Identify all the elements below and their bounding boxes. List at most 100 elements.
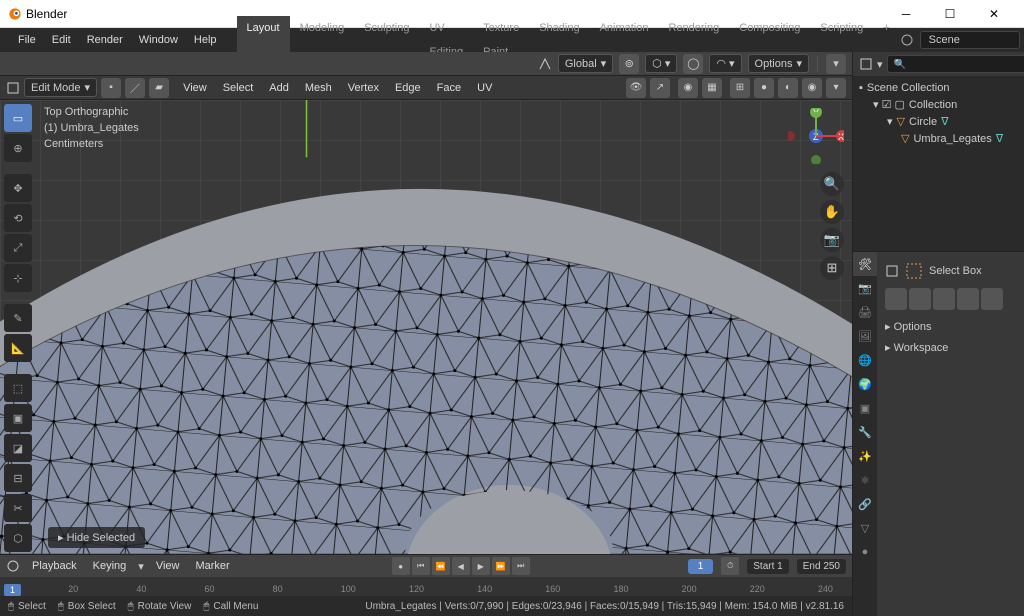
tool-rotate[interactable]: ⟲ — [4, 204, 32, 232]
selmode-2[interactable] — [909, 288, 931, 310]
outliner-item-umbra[interactable]: ▽ Umbra_Legates ᐁ👁 — [859, 130, 1024, 147]
nav-persp[interactable]: ⊞ — [820, 256, 844, 280]
shading-wireframe[interactable]: ⊞ — [730, 78, 750, 98]
selmode-3[interactable] — [933, 288, 955, 310]
menu-mesh[interactable]: Mesh — [299, 82, 338, 94]
tab-material[interactable]: ● — [853, 540, 877, 564]
shading-solid[interactable]: ● — [754, 78, 774, 98]
end-frame[interactable]: End 250 — [797, 559, 846, 574]
tool-knife[interactable]: ✂ — [4, 494, 32, 522]
start-frame[interactable]: Start 1 — [747, 559, 788, 574]
keyframe-prev[interactable]: ⏪ — [432, 557, 450, 575]
tool-extrude[interactable]: ⬚ — [4, 374, 32, 402]
visibility-toggle[interactable]: 👁 — [626, 78, 646, 98]
outliner-editor-icon[interactable] — [859, 57, 873, 71]
tl-menu-view[interactable]: View — [152, 560, 184, 572]
outliner-collection[interactable]: ▾ ☑ ▢ Collection◑ 👁 — [859, 96, 1024, 113]
tab-scene[interactable]: 🌐 — [853, 348, 877, 372]
menu-view[interactable]: View — [177, 82, 213, 94]
preview-range-toggle[interactable]: ⏱ — [721, 557, 739, 575]
tool-annotate[interactable]: ✎ — [4, 304, 32, 332]
outliner-search[interactable] — [887, 55, 1024, 73]
outliner-item-circle[interactable]: ▾ ▽ Circle ᐁ👁 — [859, 113, 1024, 130]
props-editor-icon[interactable] — [885, 264, 899, 278]
outliner-scene-collection[interactable]: ▪ Scene Collection — [859, 80, 1024, 96]
proportional-toggle[interactable]: ◯ — [683, 54, 703, 74]
autokey-toggle[interactable]: ● — [392, 557, 410, 575]
tab-render[interactable]: 📷 — [853, 276, 877, 300]
menu-uv[interactable]: UV — [471, 82, 498, 94]
tool-scale[interactable]: ⤢ — [4, 234, 32, 262]
nav-zoom[interactable]: 🔍 — [820, 172, 844, 196]
selmode-4[interactable] — [957, 288, 979, 310]
tab-mesh-data[interactable]: ▽ — [853, 516, 877, 540]
last-operator-panel[interactable]: ▸ Hide Selected — [48, 527, 145, 548]
keyframe-next[interactable]: ⏩ — [492, 557, 510, 575]
tool-select-box[interactable]: ▭ — [4, 104, 32, 132]
timeline-cursor[interactable]: 1 — [4, 584, 21, 596]
jump-end[interactable]: ⏭ — [512, 557, 530, 575]
menu-face[interactable]: Face — [431, 82, 467, 94]
menu-vertex[interactable]: Vertex — [342, 82, 385, 94]
play-forward[interactable]: ▶ — [472, 557, 490, 575]
menu-edit[interactable]: Edit — [44, 28, 79, 52]
tab-object[interactable]: ▣ — [853, 396, 877, 420]
play-reverse[interactable]: ◀ — [452, 557, 470, 575]
tool-move[interactable]: ✥ — [4, 174, 32, 202]
tool-cursor[interactable]: ⊕ — [4, 134, 32, 162]
orientation-dropdown[interactable]: Global ▾ — [558, 54, 613, 73]
tab-output[interactable]: 🖨 — [853, 300, 877, 324]
tool-transform[interactable]: ⊹ — [4, 264, 32, 292]
menu-select[interactable]: Select — [217, 82, 260, 94]
proportional-dropdown[interactable]: ◠ ▾ — [709, 54, 741, 73]
panel-workspace[interactable]: ▸ Workspace — [885, 337, 1024, 358]
tab-constraints[interactable]: 🔗 — [853, 492, 877, 516]
face-select-mode[interactable]: ▰ — [149, 78, 169, 98]
tool-bevel[interactable]: ◪ — [4, 434, 32, 462]
outliner-mode-dropdown[interactable]: ▾ — [877, 58, 883, 71]
gizmo-toggle[interactable]: ↗ — [650, 78, 670, 98]
navigation-gizmo[interactable]: X Y Z — [788, 108, 844, 164]
jump-start[interactable]: ⏮ — [412, 557, 430, 575]
tab-world[interactable]: 🌍 — [853, 372, 877, 396]
mode-dropdown[interactable]: Edit Mode ▾ — [24, 78, 97, 97]
tool-measure[interactable]: 📐 — [4, 334, 32, 362]
vertex-select-mode[interactable]: ▪ — [101, 78, 121, 98]
tool-inset[interactable]: ▣ — [4, 404, 32, 432]
tool-loopcut[interactable]: ⊟ — [4, 464, 32, 492]
nav-camera[interactable]: 📷 — [820, 228, 844, 252]
shading-lookdev[interactable]: ◐ — [778, 78, 798, 98]
nav-pan[interactable]: ✋ — [820, 200, 844, 224]
overlay-toggle[interactable]: ◉ — [678, 78, 698, 98]
menu-render[interactable]: Render — [79, 28, 131, 52]
panel-options[interactable]: ▸ Options — [885, 316, 1024, 337]
tl-menu-playback[interactable]: Playback — [28, 560, 81, 572]
tl-menu-marker[interactable]: Marker — [191, 560, 233, 572]
tl-menu-keying[interactable]: Keying — [89, 560, 131, 572]
selmode-1[interactable] — [885, 288, 907, 310]
editor-type-icon[interactable] — [6, 81, 20, 95]
tab-viewlayer[interactable]: 🖼 — [853, 324, 877, 348]
header-extra-button[interactable]: ▾ — [826, 54, 846, 74]
menu-edge[interactable]: Edge — [389, 82, 427, 94]
shading-dropdown[interactable]: ▾ — [826, 78, 846, 98]
menu-add[interactable]: Add — [263, 82, 295, 94]
3d-viewport[interactable]: ▭ ⊕ ✥ ⟲ ⤢ ⊹ ✎ 📐 ⬚ ▣ ◪ ⊟ ✂ ⬡ ◉ 〰 ⇄ — [0, 100, 852, 554]
edge-select-mode[interactable]: ／ — [125, 78, 145, 98]
current-frame[interactable]: 1 — [688, 559, 714, 574]
menu-file[interactable]: File — [10, 28, 44, 52]
xray-toggle[interactable]: ▦ — [702, 78, 722, 98]
timeline-ruler[interactable]: 1 20 40 60 80 100 120 140 160 180 200 22… — [0, 577, 852, 596]
tab-particles[interactable]: ✨ — [853, 444, 877, 468]
selmode-5[interactable] — [981, 288, 1003, 310]
options-dropdown[interactable]: Options ▾ — [748, 54, 809, 73]
tab-active-tool[interactable]: 🛠 — [853, 252, 877, 276]
timeline-editor-icon[interactable] — [6, 559, 20, 573]
scene-selector[interactable]: Scene — [920, 31, 1020, 49]
shading-rendered[interactable]: ◉ — [802, 78, 822, 98]
tab-physics[interactable]: ⚛ — [853, 468, 877, 492]
menu-window[interactable]: Window — [131, 28, 186, 52]
close-button[interactable]: ✕ — [972, 0, 1016, 28]
tab-modifiers[interactable]: 🔧 — [853, 420, 877, 444]
menu-help[interactable]: Help — [186, 28, 225, 52]
